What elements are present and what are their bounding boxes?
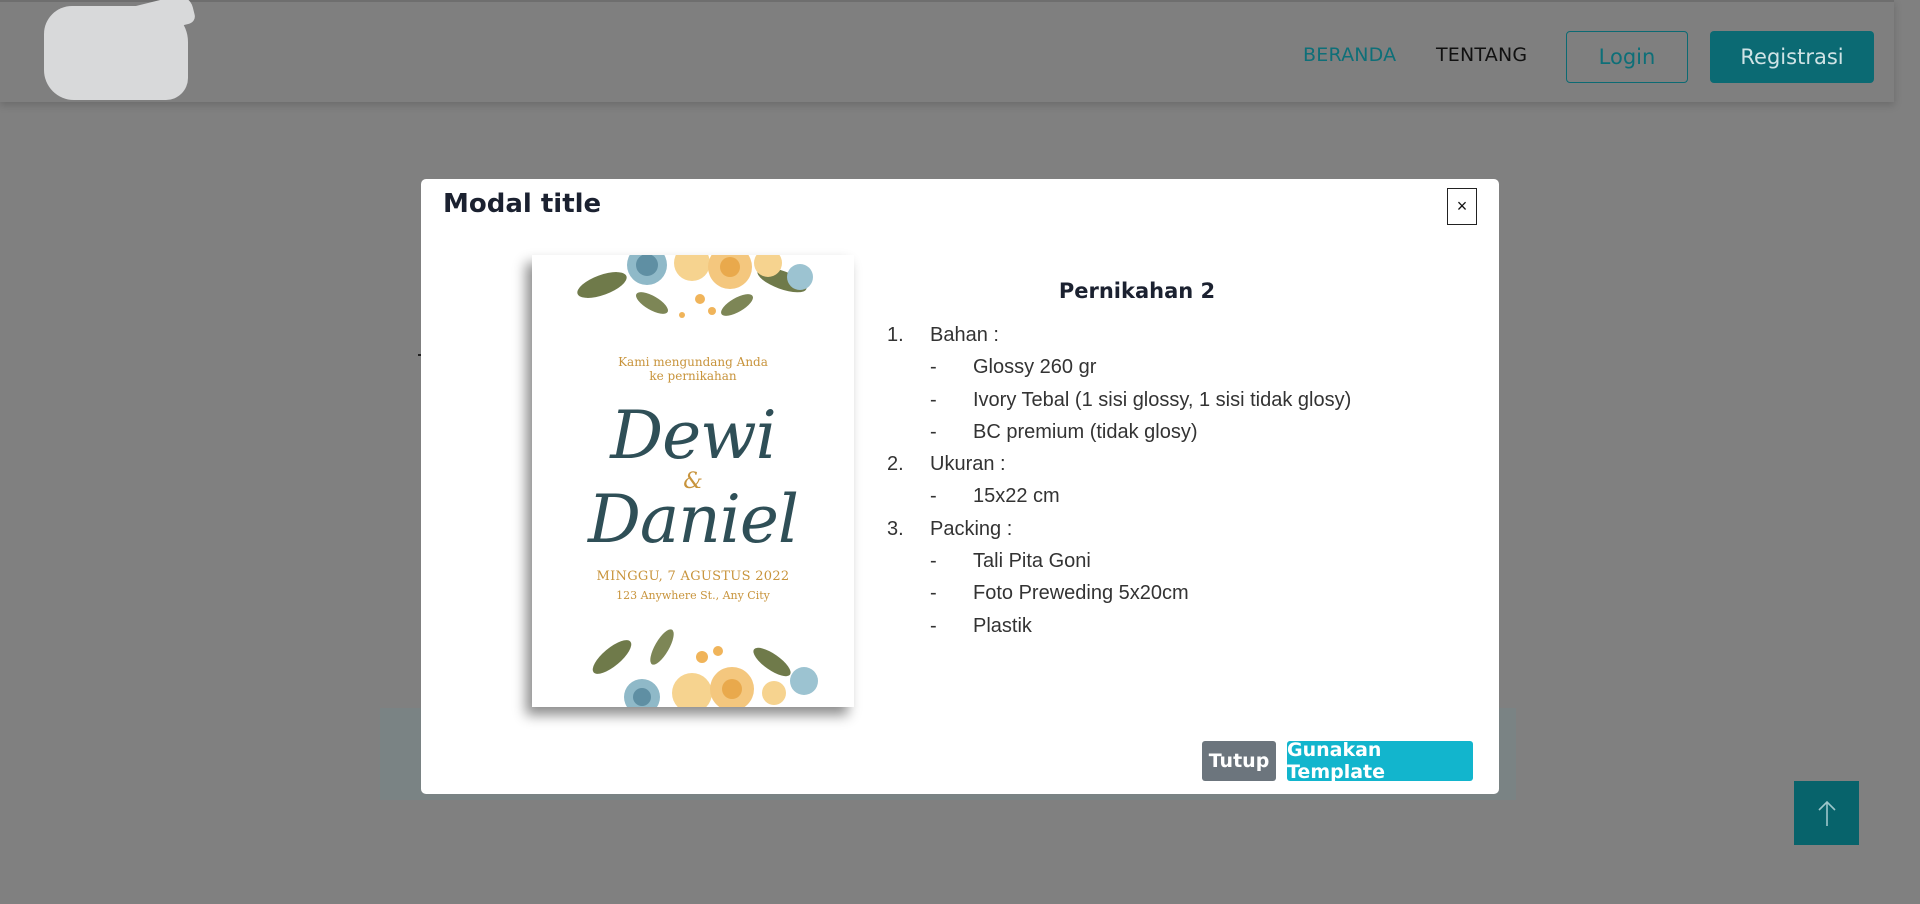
spec-item: - Glossy 260 gr: [887, 351, 1447, 383]
register-button[interactable]: Registrasi: [1710, 31, 1874, 83]
invitation-lead-text: Kami mengundang Anda ke pernikahan: [532, 355, 854, 383]
spec-label: Bahan :: [930, 324, 999, 346]
spec-heading: 2. Ukuran :: [887, 448, 1447, 480]
spec-item: - Ivory Tebal (1 sisi glossy, 1 sisi tida…: [887, 384, 1447, 416]
login-button[interactable]: Login: [1566, 31, 1688, 83]
floral-top-decoration: [577, 255, 813, 318]
spec-item-text: Glossy 260 gr: [973, 356, 1097, 379]
spec-heading: 1. Bahan :: [887, 319, 1447, 351]
product-specs-list: 1. Bahan : - Glossy 260 gr - Ivory Tebal (1…: [887, 319, 1447, 642]
spec-item-text: Ivory Tebal (1 sisi glossy, 1 sisi tidak…: [973, 388, 1352, 411]
spec-number: 1.: [887, 324, 904, 346]
close-button[interactable]: Tutup: [1202, 741, 1276, 781]
invitation-preview-image: Kami mengundang Anda ke pernikahan Dewi …: [532, 255, 854, 707]
spec-item-text: Plastik: [973, 614, 1032, 637]
invitation-lead-line2: ke pernikahan: [649, 369, 737, 383]
spec-item: - Tali Pita Goni: [887, 545, 1447, 577]
spec-dash: -: [930, 388, 937, 411]
nav-link-beranda[interactable]: BERANDA: [1303, 44, 1396, 66]
spec-item-text: Tali Pita Goni: [973, 550, 1091, 573]
spec-dash: -: [930, 485, 937, 508]
invitation-address: 123 Anywhere St., Any City: [616, 589, 770, 602]
spec-item: - BC premium (tidak glosy): [887, 416, 1447, 448]
spec-dash: -: [930, 582, 937, 605]
logo[interactable]: [44, 6, 188, 100]
spec-label: Packing :: [930, 517, 1013, 540]
nav-link-tentang[interactable]: TENTANG: [1436, 44, 1527, 66]
spec-label: Ukuran :: [930, 453, 1006, 476]
scroll-to-top-button[interactable]: [1794, 781, 1859, 845]
spec-number: 3.: [887, 517, 904, 540]
top-navbar: BERANDA TENTANG Login Registrasi: [0, 0, 1894, 102]
arrow-up-icon: [1817, 800, 1836, 826]
spec-heading: 3. Packing :: [887, 513, 1447, 545]
spec-dash: -: [930, 550, 937, 573]
spec-number: 2.: [887, 453, 904, 476]
spec-item-text: 15x22 cm: [973, 485, 1060, 508]
spec-item: - 15x22 cm: [887, 480, 1447, 512]
invitation-lead-line1: Kami mengundang Anda: [618, 355, 768, 369]
spec-dash: -: [930, 356, 937, 379]
spec-dash: -: [930, 614, 937, 637]
spec-item: - Foto Preweding 5x20cm: [887, 577, 1447, 609]
use-template-button[interactable]: Gunakan Template: [1287, 739, 1473, 783]
spec-item-text: BC premium (tidak glosy): [973, 420, 1198, 443]
modal-close-button[interactable]: ×: [1447, 188, 1477, 225]
spec-dash: -: [930, 420, 937, 443]
product-title: Pernikahan 2: [1058, 279, 1216, 303]
invitation-name-1: Dewi: [610, 397, 777, 474]
template-modal: Modal title × Kami mengundang Anda ke pe…: [421, 179, 1499, 794]
invitation-name-2: Daniel: [587, 481, 799, 558]
modal-title: Modal title: [443, 189, 602, 219]
floral-bottom-decoration: [592, 629, 818, 707]
spec-item-text: Foto Preweding 5x20cm: [973, 582, 1189, 605]
invitation-date: MINGGU, 7 AGUSTUS 2022: [596, 569, 790, 584]
spec-item: - Plastik: [887, 610, 1447, 642]
